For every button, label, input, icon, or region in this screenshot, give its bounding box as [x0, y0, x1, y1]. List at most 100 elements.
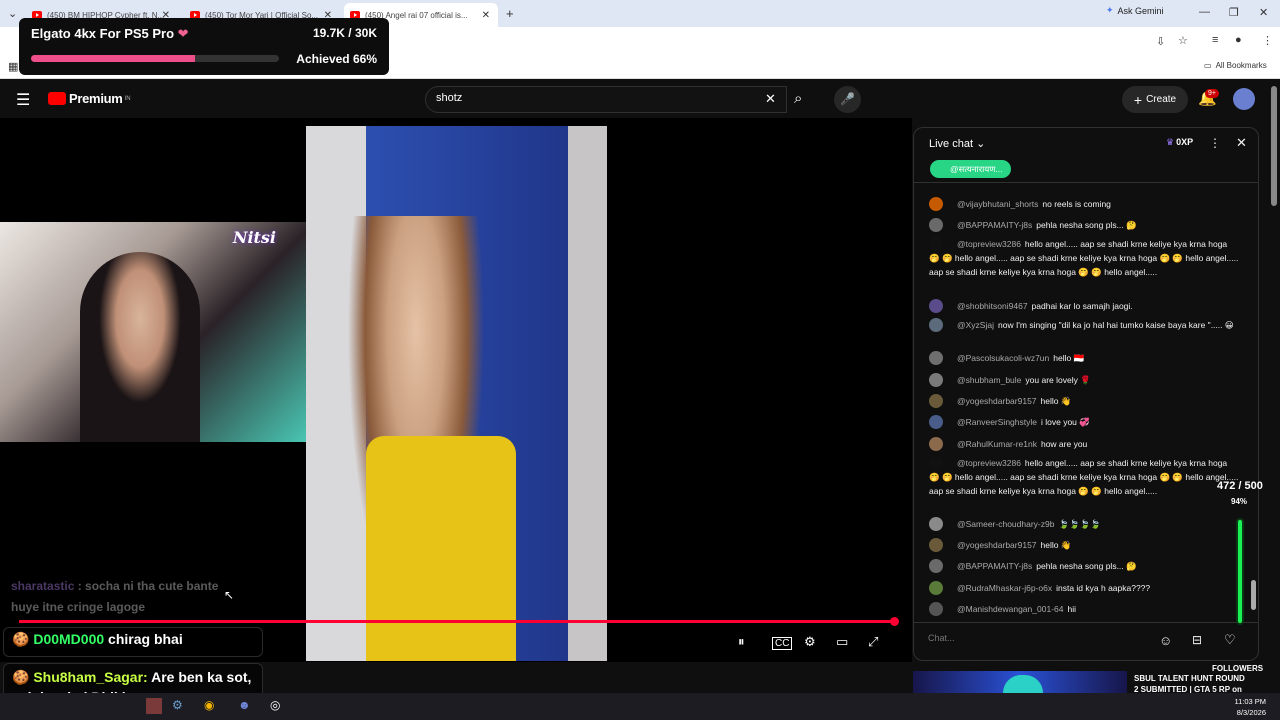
ask-gemini-button[interactable]: ✦ Ask Gemini [1106, 5, 1164, 16]
banner-line-1: SBUL TALENT HUNT ROUND [1134, 674, 1245, 683]
new-tab-icon[interactable]: + [506, 6, 514, 21]
logo-text: Premium [69, 91, 123, 106]
chat-message: @shobhitsoni9467 padhai kar lo samajh jao… [929, 299, 1249, 313]
menu-icon[interactable]: ⋮ [1262, 34, 1273, 47]
chat-author[interactable]: @BAPPAMAITY-j8s [957, 561, 1032, 571]
followers-label: FOLLOWERS [1212, 664, 1264, 673]
chat-message: @Pascolsukacoli-wz7un hello 🇮🇩 [929, 351, 1249, 365]
chat-avatar [929, 581, 943, 595]
chat-scrollbar[interactable] [1251, 185, 1256, 625]
chat-author[interactable]: @Pascolsukacoli-wz7un [957, 353, 1049, 363]
gemini-icon: ✦ [1106, 5, 1114, 15]
chat-author[interactable]: @shubham_bule [957, 375, 1021, 385]
youtube-logo[interactable]: Premium IN [48, 91, 131, 106]
chat-avatar [929, 197, 943, 211]
search-input[interactable] [436, 92, 736, 104]
heart-icon[interactable]: ♡ [1224, 632, 1236, 648]
live-chat-title-text: Live chat [929, 138, 974, 150]
goal-progress-track [31, 55, 279, 62]
goal-title: Elgato 4kx For PS5 Pro ❤ [31, 26, 189, 42]
search-box[interactable]: ✕ [425, 86, 787, 113]
super-chat-icon[interactable]: ⊟ [1192, 633, 1202, 647]
obs-icon[interactable]: ◎ [270, 698, 280, 712]
chat-text: hello 👋 [1040, 540, 1072, 550]
live-chat-title[interactable]: Live chat ⌄ [929, 137, 985, 150]
extensions-icon[interactable]: ≡ [1212, 34, 1218, 46]
chat-scrollbar-thumb[interactable] [1251, 580, 1256, 610]
close-icon[interactable]: ✕ [482, 10, 490, 21]
xp-badge[interactable]: ♛ 0XP [1166, 137, 1193, 148]
chat-author[interactable]: @RudraMhaskar-j6p-o6x [957, 583, 1052, 593]
chat-avatar [929, 373, 943, 387]
chat-message: @shubham_bule you are lovely 🌹 [929, 373, 1249, 387]
chat-author[interactable]: @Manishdewangan_001-64 [957, 604, 1063, 614]
install-icon[interactable]: ⇩ [1156, 35, 1165, 48]
faded-message-author: sharatastic [11, 579, 75, 593]
clock-time: 11:03 PM [1234, 697, 1266, 706]
taskbar-app-icon[interactable] [146, 698, 162, 714]
close-chat-icon[interactable]: ✕ [1236, 135, 1247, 151]
chat-avatar [929, 394, 943, 408]
chat-author[interactable]: @BAPPAMAITY-j8s [957, 220, 1032, 230]
progress-scrubber[interactable] [890, 617, 899, 626]
chat-author[interactable]: @yogeshdarbar9157 [957, 396, 1037, 406]
create-button[interactable]: + Create [1122, 86, 1188, 113]
chat-author[interactable]: @RanveerSinghstyle [957, 417, 1037, 427]
live-chat-panel: Live chat ⌄ ♛ 0XP ⋮ ✕ @सत्यनारायण... @vi… [913, 127, 1259, 661]
chat-author[interactable]: @topreview3286 [957, 458, 1021, 468]
chat-text: you are lovely 🌹 [1025, 375, 1091, 385]
chat-author[interactable]: @XyzSjaj [957, 320, 994, 330]
chat-text: hello 👋 [1040, 396, 1072, 406]
tab-search-icon[interactable]: ⌄ [8, 7, 17, 20]
emoji-icon[interactable]: ☺ [1159, 633, 1172, 648]
chat-text: hii [1067, 604, 1076, 614]
chat-avatar [929, 602, 943, 616]
chat-author[interactable]: @vijaybhutani_shorts [957, 199, 1038, 209]
all-bookmarks-button[interactable]: ▭ All Bookmarks [1204, 61, 1267, 70]
settings-gear-icon[interactable]: ⚙ [804, 634, 816, 650]
more-options-icon[interactable]: ⋮ [1209, 136, 1221, 150]
microphone-icon[interactable]: 🎤 [834, 86, 861, 113]
account-avatar[interactable] [1233, 88, 1255, 110]
captions-icon[interactable]: CC [772, 637, 793, 650]
maximize-icon[interactable]: ❐ [1229, 6, 1239, 19]
chat-author[interactable]: @topreview3286 [957, 239, 1021, 249]
chat-input[interactable] [928, 633, 1138, 643]
chat-author[interactable]: @Sameer-choudhary-z9b [957, 519, 1054, 529]
msg2-author: Shu8ham_Sagar: [33, 669, 148, 685]
chat-avatar [929, 517, 943, 531]
search-icon[interactable]: ⌕ [794, 90, 802, 107]
autoplay-toggle-icon[interactable]: ⏸ [738, 634, 745, 650]
bookmark-star-icon[interactable]: ☆ [1178, 34, 1188, 47]
window-close-icon[interactable]: ✕ [1259, 6, 1268, 19]
youtube-play-icon [48, 92, 66, 105]
profile-icon[interactable]: ● [1235, 34, 1242, 46]
chat-text: padhai kar lo samajh jaogi. [1031, 301, 1133, 311]
apps-icon[interactable]: ▦ [8, 60, 18, 73]
taskbar-clock[interactable]: 11:03 PM 8/3/2026 [1234, 696, 1266, 718]
video-embedded-frame [306, 126, 607, 661]
chat-avatar [929, 559, 943, 573]
notification-badge: 9+ [1205, 89, 1219, 98]
chrome-icon[interactable]: ◉ [204, 698, 214, 712]
hamburger-menu-icon[interactable]: ☰ [16, 90, 30, 110]
plus-icon: + [1133, 91, 1143, 108]
clear-search-icon[interactable]: ✕ [765, 91, 776, 107]
fullscreen-icon[interactable]: ⤢ [868, 634, 878, 650]
streamer-webcam: Nitsi [0, 222, 306, 442]
pinned-user-chip[interactable]: @सत्यनारायण... [930, 160, 1011, 178]
chat-text: now I'm singing "dil ka jo hal hai tumko… [997, 320, 1234, 330]
discord-icon[interactable]: ☻ [238, 698, 251, 712]
chat-text: insta id kya h aapka???? [1056, 583, 1151, 593]
video-progress-bar[interactable] [19, 620, 894, 623]
chat-author[interactable]: @shobhitsoni9467 [957, 301, 1028, 311]
theater-mode-icon[interactable]: ▭ [836, 634, 848, 650]
steam-icon[interactable]: ⚙ [172, 698, 183, 712]
chat-author[interactable]: @RahulKumar-re1nk [957, 439, 1037, 449]
minimize-icon[interactable]: — [1199, 6, 1210, 18]
clock-date: 8/3/2026 [1236, 708, 1266, 717]
page-scrollbar-thumb[interactable] [1271, 86, 1277, 206]
chat-avatar [929, 415, 943, 429]
chat-author[interactable]: @yogeshdarbar9157 [957, 540, 1037, 550]
chat-message: @topreview3286 hello angel..... aap se sh… [929, 456, 1249, 498]
